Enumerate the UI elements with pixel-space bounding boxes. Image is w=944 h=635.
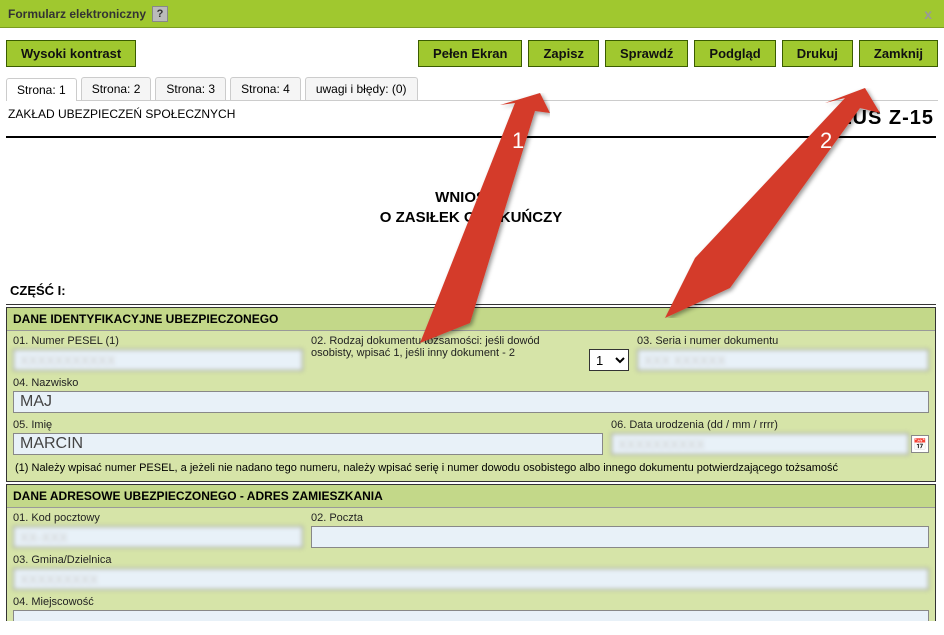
district-label: 03. Gmina/Dzielnica [13, 554, 929, 566]
print-button[interactable]: Drukuj [782, 40, 853, 67]
preview-button[interactable]: Podgląd [694, 40, 775, 67]
form-title-line-2: O ZASIŁEK OPIEKUŃCZY [6, 208, 936, 228]
firstname-label: 05. Imię [13, 419, 603, 431]
check-button[interactable]: Sprawdź [605, 40, 688, 67]
post-label: 02. Poczta [311, 512, 929, 524]
form-title-line-1: WNIOSEK [6, 188, 936, 208]
section-identification: DANE IDENTYFIKACYJNE UBEZPIECZONEGO 01. … [6, 307, 936, 482]
calendar-icon[interactable]: 📅 [911, 435, 929, 453]
tab-page-2[interactable]: Strona: 2 [81, 77, 152, 100]
dob-label: 06. Data urodzenia (dd / mm / rrrr) [611, 419, 929, 431]
doc-number-input[interactable] [637, 349, 929, 371]
surname-label: 04. Nazwisko [13, 377, 929, 389]
section-address: DANE ADRESOWE UBEZPIECZONEGO - ADRES ZAM… [6, 484, 936, 621]
city-input[interactable] [13, 610, 929, 621]
doc-type-label: 02. Rodzaj dokumentu tożsamości: jeśli d… [311, 335, 581, 359]
postcode-label: 01. Kod pocztowy [13, 512, 303, 524]
fullscreen-button[interactable]: Pełen Ekran [418, 40, 522, 67]
city-label: 04. Miejscowość [13, 596, 929, 608]
page-tabs: Strona: 1 Strona: 2 Strona: 3 Strona: 4 … [6, 77, 938, 101]
doc-number-label: 03. Seria i numer dokumentu [637, 335, 929, 347]
window-close-icon[interactable]: x [920, 6, 936, 22]
save-button[interactable]: Zapisz [528, 40, 598, 67]
window-title: Formularz elektroniczny [8, 7, 146, 21]
doc-type-select[interactable]: 1 [589, 349, 629, 371]
section-address-head: DANE ADRESOWE UBEZPIECZONEGO - ADRES ZAM… [7, 485, 935, 508]
section-identification-head: DANE IDENTYFIKACYJNE UBEZPIECZONEGO [7, 308, 935, 331]
postcode-input[interactable] [13, 526, 303, 548]
window-titlebar: Formularz elektroniczny ? x [0, 0, 944, 28]
help-icon[interactable]: ? [152, 6, 168, 22]
part-1-label: CZĘŚĆ I: [6, 277, 936, 305]
form-code: ZUS Z-15 [839, 107, 934, 130]
pesel-input[interactable] [13, 349, 303, 371]
form-scroll-area[interactable]: ZAKŁAD UBEZPIECZEŃ SPOŁECZNYCH ZUS Z-15 … [6, 101, 938, 621]
district-input[interactable] [13, 568, 929, 590]
agency-name: ZAKŁAD UBEZPIECZEŃ SPOŁECZNYCH [8, 107, 235, 121]
form-header: ZAKŁAD UBEZPIECZEŃ SPOŁECZNYCH ZUS Z-15 [6, 101, 936, 138]
toolbar: Wysoki kontrast Pełen Ekran Zapisz Spraw… [6, 34, 938, 77]
tab-page-4[interactable]: Strona: 4 [230, 77, 301, 100]
tab-errors[interactable]: uwagi i błędy: (0) [305, 77, 418, 100]
tab-page-3[interactable]: Strona: 3 [155, 77, 226, 100]
pesel-footnote: (1) Należy wpisać numer PESEL, a jeżeli … [7, 457, 935, 481]
post-input[interactable] [311, 526, 929, 548]
dob-input[interactable] [611, 433, 909, 455]
high-contrast-button[interactable]: Wysoki kontrast [6, 40, 136, 67]
close-button[interactable]: Zamknij [859, 40, 938, 67]
surname-input[interactable] [13, 391, 929, 413]
tab-page-1[interactable]: Strona: 1 [6, 78, 77, 101]
pesel-label: 01. Numer PESEL (1) [13, 335, 303, 347]
firstname-input[interactable] [13, 433, 603, 455]
form-title: WNIOSEK O ZASIŁEK OPIEKUŃCZY [6, 138, 936, 277]
